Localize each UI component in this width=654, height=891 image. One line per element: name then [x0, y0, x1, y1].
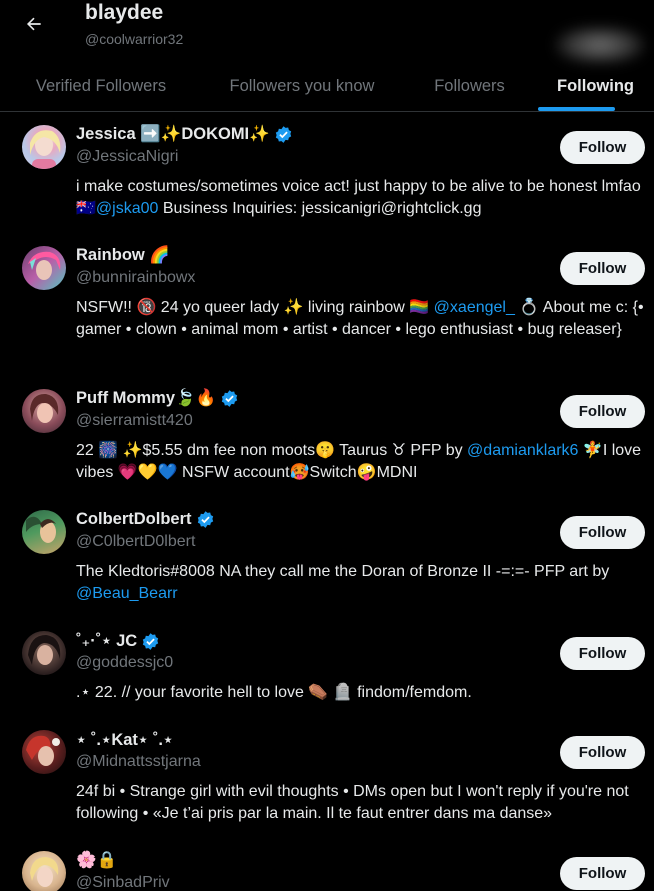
- user-bio: i make costumes/sometimes voice act! jus…: [76, 176, 646, 220]
- avatar-image: [26, 516, 56, 543]
- user-name-line[interactable]: Jessica ➡️✨DOKOMI✨: [76, 125, 293, 144]
- bio-mention-link[interactable]: @damianklark6: [467, 442, 578, 459]
- follow-button[interactable]: Follow: [560, 131, 645, 164]
- user-display-name: Rainbow 🌈: [76, 246, 170, 264]
- user-display-name: ⋆ ˚.⋆Kat⋆ ˚.⋆: [76, 731, 174, 749]
- tab-label: Following: [557, 77, 634, 95]
- tab-label: Verified Followers: [35, 77, 167, 95]
- user-bio: NSFW!! 🔞 24 yo queer lady ✨ living rainb…: [76, 297, 646, 341]
- following-page: blaydee @coolwarrior32 Verified Follower…: [0, 0, 654, 891]
- user-handle: @SinbadPriv: [76, 874, 170, 891]
- follow-button[interactable]: Follow: [560, 516, 645, 549]
- follow-button[interactable]: Follow: [560, 857, 645, 890]
- bio-mention-link[interactable]: @jska00: [96, 200, 159, 217]
- bio-text: The Kledtoris#8008 NA they call me the D…: [76, 563, 610, 580]
- verified-badge-icon: [197, 511, 213, 528]
- follow-button[interactable]: Follow: [560, 736, 645, 769]
- user-handle: @C0lbertD0lbert: [76, 533, 196, 550]
- avatar-image: [30, 857, 59, 887]
- avatar[interactable]: [22, 631, 66, 675]
- user-handle: @bunnirainbowx: [76, 269, 196, 286]
- follow-button[interactable]: Follow: [560, 252, 645, 285]
- user-bio: 24f bi • Strange girl with evil thoughts…: [76, 781, 646, 825]
- bio-text: 22 🎆 ✨$5.55 dm fee non moots🤫 Taurus ♉ P…: [76, 442, 468, 459]
- bio-text: NSFW!! 🔞 24 yo queer lady ✨ living rainb…: [76, 299, 434, 316]
- user-bio: 22 🎆 ✨$5.55 dm fee non moots🤫 Taurus ♉ P…: [76, 440, 646, 484]
- user-cell-jessica[interactable]: Jessica ➡️✨DOKOMI✨ @JessicaNigri Follow …: [0, 125, 654, 225]
- user-cell-jc[interactable]: ˚₊·˚⋆ JC @goddessjc0 Follow .⋆ 22. // yo…: [0, 631, 654, 711]
- user-display-name: ˚₊·˚⋆ JC: [76, 632, 138, 650]
- tab-label: Followers you know: [229, 77, 375, 95]
- avatar[interactable]: [22, 851, 66, 891]
- user-cell-colbertdolbert[interactable]: ColbertDolbert @C0lbertD0lbert Follow Th…: [0, 510, 654, 610]
- avatar-image: [30, 393, 59, 423]
- profile-name: blaydee: [85, 1, 164, 24]
- user-cell-rainbow[interactable]: Rainbow 🌈 @bunnirainbowx Follow NSFW!! 🔞…: [0, 246, 654, 366]
- user-name-line[interactable]: ˚₊·˚⋆ JC: [76, 631, 160, 651]
- user-cell-kat[interactable]: ⋆ ˚.⋆Kat⋆ ˚.⋆ @Midnattsstjarna Follow 24…: [0, 730, 654, 830]
- avatar[interactable]: [22, 389, 66, 433]
- user-bio: .⋆ 22. // your favorite hell to love ⚰️ …: [76, 682, 646, 704]
- avatar-image: [30, 130, 61, 169]
- bio-text: 24f bi • Strange girl with evil thoughts…: [76, 783, 629, 822]
- user-name-line[interactable]: Rainbow 🌈: [76, 246, 170, 265]
- user-cell-puff-mommy[interactable]: Puff Mommy🍃🔥 @sierramistt420 Follow 22 🎆…: [0, 389, 654, 489]
- profile-header: blaydee @coolwarrior32: [0, 0, 654, 64]
- bio-text: Business Inquiries: jessicanigri@rightcl…: [158, 200, 482, 217]
- tab-followers-you-know[interactable]: Followers you know: [202, 62, 402, 111]
- user-name-line[interactable]: Puff Mommy🍃🔥: [76, 389, 239, 408]
- follow-button[interactable]: Follow: [560, 637, 645, 670]
- follow-button[interactable]: Follow: [560, 395, 645, 428]
- verified-badge-icon: [275, 126, 291, 143]
- avatar[interactable]: [22, 730, 66, 774]
- user-display-name: Jessica ➡️✨DOKOMI✨: [76, 125, 270, 143]
- back-button[interactable]: [16, 6, 52, 42]
- user-name-line[interactable]: ⋆ ˚.⋆Kat⋆ ˚.⋆: [76, 730, 173, 750]
- user-display-name: 🌸🔒: [76, 851, 118, 869]
- bio-text: .⋆ 22. // your favorite hell to love ⚰️ …: [76, 684, 472, 701]
- verified-badge-icon: [221, 390, 238, 407]
- arrow-left-icon: [26, 17, 41, 31]
- tab-label: Followers: [434, 77, 505, 95]
- user-cell-sinbadpriv[interactable]: 🌸🔒 @SinbadPriv Follow: [0, 851, 654, 891]
- tab-following[interactable]: Following: [537, 62, 654, 111]
- user-handle: @JessicaNigri: [76, 148, 179, 165]
- verified-badge-icon: [143, 632, 159, 650]
- user-display-name: ColbertDolbert: [76, 510, 192, 528]
- user-bio: The Kledtoris#8008 NA they call me the D…: [76, 561, 646, 605]
- avatar[interactable]: [22, 246, 66, 290]
- avatar-image: [26, 735, 60, 766]
- follow-tabs: Verified Followers Followers you know Fo…: [0, 62, 654, 112]
- user-display-name: Puff Mommy🍃🔥: [76, 389, 217, 407]
- tab-followers[interactable]: Followers: [402, 62, 537, 111]
- user-handle: @Midnattsstjarna: [76, 753, 201, 770]
- avatar-image: [28, 251, 61, 280]
- blurred-overlay: [555, 26, 645, 64]
- bio-mention-link[interactable]: @Beau_Bearr: [76, 585, 178, 602]
- user-name-line[interactable]: 🌸🔒: [76, 851, 117, 870]
- user-handle: @sierramistt420: [76, 412, 193, 429]
- tab-verified-followers[interactable]: Verified Followers: [0, 62, 202, 111]
- active-tab-indicator: [538, 107, 615, 111]
- avatar-image: [28, 635, 61, 665]
- user-handle: @goddessjc0: [76, 654, 174, 671]
- avatar[interactable]: [22, 510, 66, 554]
- bio-mention-link[interactable]: @xaengel_: [434, 299, 515, 316]
- avatar[interactable]: [22, 125, 66, 169]
- user-name-line[interactable]: ColbertDolbert: [76, 510, 215, 529]
- profile-handle: @coolwarrior32: [85, 31, 184, 47]
